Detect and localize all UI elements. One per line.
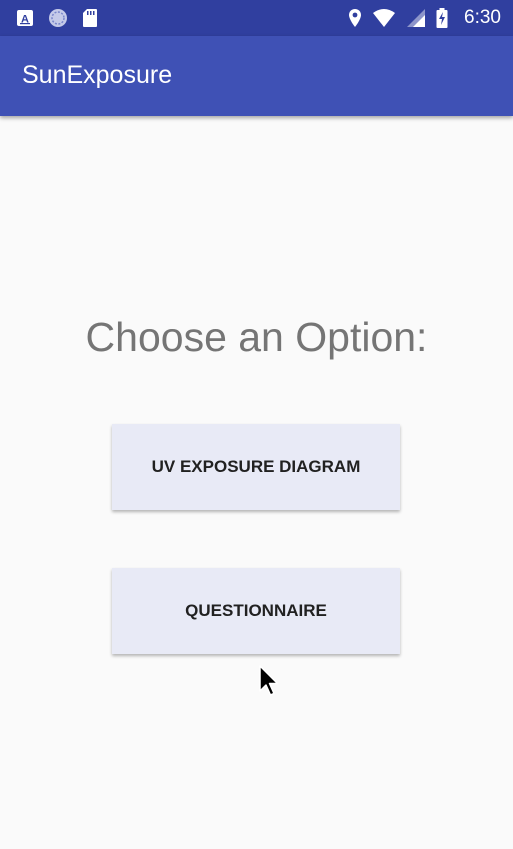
mouse-pointer-icon [258, 664, 282, 705]
status-bar-right-icons: 6:30 [348, 7, 501, 28]
spinner-icon [48, 8, 68, 28]
status-bar-left-icons: A [16, 8, 98, 28]
status-clock: 6:30 [464, 7, 501, 28]
app-bar: SunExposure [0, 36, 513, 116]
sd-card-icon [82, 8, 98, 28]
screen: A 6:30 SunExposure Choose an Option: UV … [0, 0, 513, 849]
battery-charging-icon [436, 8, 448, 28]
choose-option-heading: Choose an Option: [85, 314, 428, 360]
a-box-icon: A [16, 9, 34, 27]
location-icon [348, 8, 362, 28]
status-bar: A 6:30 [0, 0, 513, 36]
cellular-icon [406, 8, 426, 28]
questionnaire-button[interactable]: QUESTIONNAIRE [112, 568, 400, 654]
app-title: SunExposure [22, 61, 173, 89]
uv-exposure-diagram-button[interactable]: UV EXPOSURE DIAGRAM [112, 424, 400, 510]
wifi-icon [372, 8, 396, 28]
